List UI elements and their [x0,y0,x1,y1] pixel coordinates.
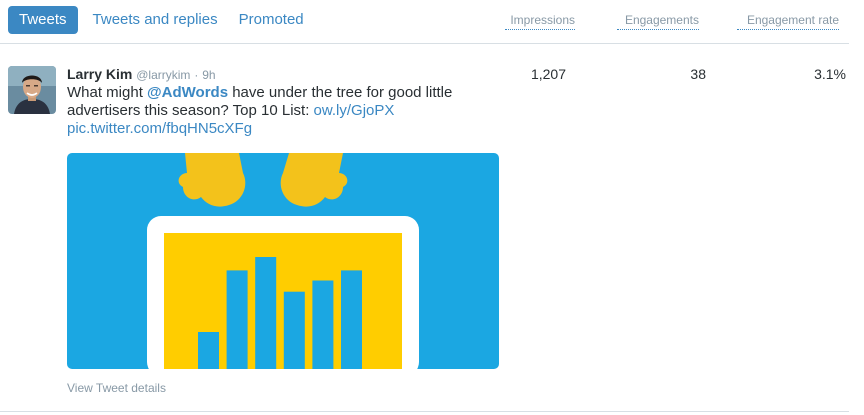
chart-bar [255,257,277,369]
tab-promoted[interactable]: Promoted [239,6,304,34]
tab-tweets[interactable]: Tweets [8,6,78,34]
engagement-rate-column-header[interactable]: Engagement rate [737,13,839,30]
chart-bar [226,270,248,369]
header-divider [0,43,849,44]
time-separator: · [194,68,199,82]
chart-bar [312,280,334,369]
chart-bar [283,291,305,369]
tweet-text: What might @AdWords have under the tree … [67,84,487,138]
avatar-image [8,66,56,114]
url-link[interactable]: ow.ly/GjoPX [314,102,395,119]
engagement-rate-value: 3.1% [814,66,846,82]
tweet-text-start: What might [67,84,148,101]
mention-text: @AdWords [147,84,229,101]
footer-divider [0,411,849,412]
tab-bar: Tweets Tweets and replies Promoted [8,6,325,34]
engagements-value: 38 [690,66,706,82]
tweet-time[interactable]: 9h [202,68,215,82]
author-handle[interactable]: @larrykim [136,68,190,82]
engagements-column-header[interactable]: Engagements [617,13,699,30]
author-name[interactable]: Larry Kim [67,66,132,82]
media-illustration [67,153,499,369]
mention-link[interactable]: @AdWords [147,84,228,101]
impressions-value: 1,207 [530,66,566,82]
avatar[interactable] [8,66,56,114]
impressions-column-header[interactable]: Impressions [505,13,575,30]
tab-tweets-and-replies[interactable]: Tweets and replies [93,6,218,34]
chart-bar [341,270,362,369]
tweet-author-line: Larry Kim @larrykim · 9h [67,66,487,84]
pic-link[interactable]: pic.twitter.com/fbqHN5cXFg [67,120,252,137]
tweet-media[interactable] [67,153,499,369]
view-tweet-details-link[interactable]: View Tweet details [67,381,166,395]
chart-bar [198,332,219,369]
tweet-body: Larry Kim @larrykim · 9h What might @AdW… [67,66,487,138]
